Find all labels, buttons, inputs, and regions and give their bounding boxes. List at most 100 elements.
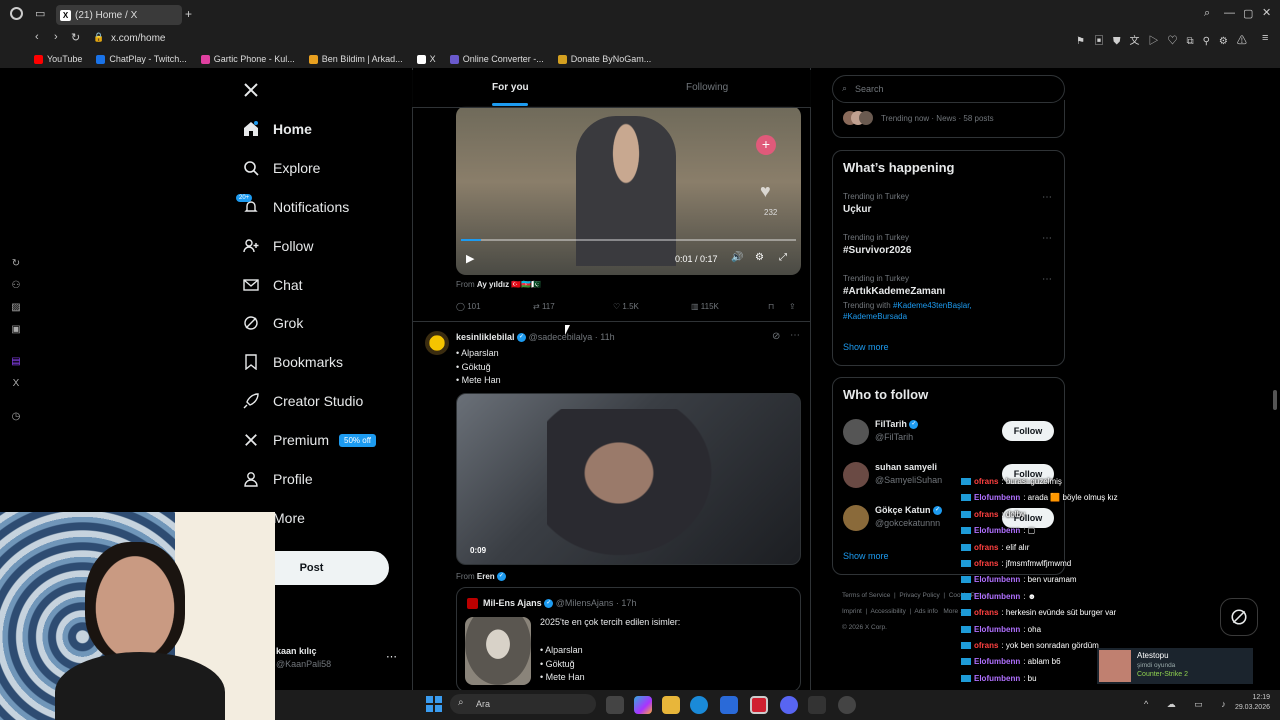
- grok-floating-button[interactable]: [1220, 598, 1258, 636]
- follow-avatar[interactable]: [843, 419, 869, 445]
- trend-more-icon[interactable]: ⋯: [1042, 233, 1052, 244]
- nav-bookmarks[interactable]: Bookmarks: [242, 349, 343, 375]
- x-logo-icon[interactable]: [243, 82, 259, 98]
- x-sidebar-icon[interactable]: X: [10, 378, 22, 390]
- play-icon[interactable]: ▶: [466, 252, 474, 265]
- nav-chat[interactable]: Chat: [242, 272, 303, 298]
- search-box[interactable]: ⌕ Search: [832, 75, 1065, 103]
- workspaces-icon[interactable]: ▨: [10, 302, 22, 314]
- menu-icon[interactable]: ≡: [1262, 32, 1268, 44]
- repost-button[interactable]: ⇄ 117: [533, 302, 555, 311]
- nav-home[interactable]: Home: [242, 116, 312, 142]
- aria-icon[interactable]: ⚇: [10, 280, 22, 292]
- bookmark-item[interactable]: Gartic Phone - Kul...: [200, 54, 295, 64]
- video-follow-plus-icon[interactable]: +: [756, 135, 776, 155]
- twitch-icon[interactable]: ▤: [10, 356, 22, 368]
- discord-icon[interactable]: [780, 696, 798, 714]
- opera-taskbar-icon[interactable]: [750, 696, 768, 714]
- video2-source[interactable]: From Eren ✓: [456, 572, 506, 582]
- windows-start-icon[interactable]: [426, 696, 442, 712]
- browser-tab-active[interactable]: X (21) Home / X: [56, 5, 182, 25]
- trend-item[interactable]: Trending in Turkey Uçkur: [843, 192, 909, 215]
- trending-news-panel[interactable]: Trending now · News · 58 posts: [832, 100, 1065, 138]
- url-field[interactable]: x.com/home: [111, 33, 165, 44]
- reload-icon[interactable]: ↻: [71, 31, 80, 44]
- tweet2-avatar[interactable]: [425, 331, 449, 355]
- task-view-icon[interactable]: [606, 696, 624, 714]
- tab-for-you[interactable]: For you: [492, 82, 529, 93]
- follow-suggestion[interactable]: Gökçe Katun ✓ @gokcekatunnn: [875, 505, 943, 528]
- trending-with-tag[interactable]: #KademeBursada: [843, 312, 907, 321]
- nav-profile[interactable]: Profile: [242, 466, 313, 492]
- clock-icon[interactable]: ◷: [10, 411, 22, 423]
- search-tabs-icon[interactable]: ⌕: [1204, 7, 1210, 20]
- edge-icon[interactable]: [690, 696, 708, 714]
- show-more-trends[interactable]: Show more: [843, 342, 889, 352]
- opera-logo-icon[interactable]: [10, 7, 23, 20]
- bookmark-item[interactable]: Online Converter -...: [449, 54, 544, 64]
- minimize-icon[interactable]: —: [1224, 7, 1235, 19]
- tweet2-handle[interactable]: @sadecebilalya: [529, 332, 593, 342]
- show-more-follow[interactable]: Show more: [843, 551, 889, 561]
- tweet2-author-name[interactable]: kesinliklebilal: [456, 332, 515, 342]
- tab-menu-icon[interactable]: ▭: [35, 7, 45, 20]
- app-icon[interactable]: [838, 696, 856, 714]
- follow-suggestion[interactable]: FilTarih ✓ @FilTarih: [875, 419, 919, 442]
- trending-with-tag[interactable]: #Kademe43tenBaşlar,: [893, 301, 972, 310]
- bookmark-tweet-icon[interactable]: ⊓: [768, 302, 774, 311]
- footer-link[interactable]: Privacy Policy: [899, 592, 939, 599]
- video-progress-track[interactable]: [461, 239, 796, 241]
- forward-icon[interactable]: ›: [54, 31, 58, 43]
- tab-following[interactable]: Following: [686, 82, 728, 93]
- follow-avatar[interactable]: [843, 505, 869, 531]
- footer-link[interactable]: Ads info: [914, 608, 938, 615]
- trend-item[interactable]: Trending in Turkey #Survivor2026: [843, 233, 911, 256]
- browser-toolbar-icons[interactable]: ⚑▣⛊文▷♡⧉⚲⚙⚠: [1076, 32, 1256, 47]
- bookmark-item[interactable]: Ben Bildim | Arkad...: [308, 54, 403, 64]
- views-button[interactable]: ▥ 115K: [691, 302, 719, 311]
- footer-link[interactable]: Imprint: [842, 608, 862, 615]
- back-icon[interactable]: ‹: [35, 31, 39, 43]
- footer-link[interactable]: Terms of Service: [842, 592, 890, 599]
- settings-gear-icon[interactable]: ⚙: [755, 252, 764, 263]
- video-source[interactable]: From Ay yıldız 🇹🇷🇦🇿🇵🇰: [456, 280, 541, 289]
- trend-more-icon[interactable]: ⋯: [1042, 192, 1052, 203]
- account-switcher[interactable]: kaan kılıç @KaanPali58: [276, 646, 331, 669]
- video-player-1[interactable]: + ♥ 232 ▶ 0:01 / 0:17 🔊 ⚙ ⤢: [456, 106, 801, 275]
- taskbar-clock[interactable]: 12:19 29.03.2026: [1232, 693, 1270, 713]
- fullscreen-icon[interactable]: ⤢: [779, 252, 787, 263]
- video-heart-icon[interactable]: ♥: [760, 181, 771, 202]
- new-tab-icon[interactable]: +: [185, 7, 192, 21]
- close-window-icon[interactable]: ✕: [1262, 6, 1271, 19]
- follow-button[interactable]: Follow: [1002, 421, 1054, 441]
- nav-notifications[interactable]: 20+ Notifications: [236, 193, 349, 220]
- steam-notification[interactable]: Atestopu şimdi oyunda Counter-Strike 2: [1097, 648, 1253, 684]
- bookmark-item[interactable]: YouTube: [34, 54, 82, 64]
- maximize-icon[interactable]: ▢: [1243, 7, 1253, 20]
- trend-item[interactable]: Trending in Turkey #ArtıkKademeZamanı Tr…: [843, 274, 1043, 322]
- grok-explain-icon[interactable]: ⊘: [772, 331, 780, 342]
- nav-premium[interactable]: Premium 50% off: [242, 427, 376, 453]
- bookmark-item[interactable]: X: [416, 54, 436, 64]
- footer-link[interactable]: Accessibility: [870, 608, 905, 615]
- bookmark-item[interactable]: ChatPlay - Twitch...: [96, 54, 187, 64]
- from-name-2[interactable]: Eren: [477, 572, 495, 581]
- reply-button[interactable]: ◯ 101: [456, 302, 481, 311]
- history-icon[interactable]: ↻: [10, 258, 22, 270]
- file-explorer-icon[interactable]: [662, 696, 680, 714]
- nav-creator-studio[interactable]: Creator Studio: [242, 388, 363, 414]
- bookmark-item[interactable]: Donate ByNoGam...: [557, 54, 651, 64]
- video-player-2[interactable]: 0:09: [456, 393, 801, 565]
- page-scrollbar[interactable]: [1273, 390, 1277, 410]
- share-icon[interactable]: ⇪: [789, 302, 796, 311]
- like-button[interactable]: ♡ 1.5K: [613, 302, 639, 311]
- volume-icon[interactable]: 🔊: [731, 252, 743, 263]
- system-tray-icons[interactable]: ^ ☁ ▭ ♪: [1144, 699, 1234, 710]
- follow-suggestion[interactable]: suhan samyeli @SamyeliSuhan: [875, 462, 942, 485]
- taskbar-search[interactable]: ⌕ Ara: [450, 694, 596, 714]
- trend-more-icon[interactable]: ⋯: [1042, 274, 1052, 285]
- tweet2-more-icon[interactable]: ⋯: [790, 330, 800, 341]
- from-name[interactable]: Ay yıldız: [477, 280, 509, 289]
- nav-follow[interactable]: Follow: [242, 233, 313, 259]
- tweet2-time[interactable]: · 11h: [595, 332, 615, 342]
